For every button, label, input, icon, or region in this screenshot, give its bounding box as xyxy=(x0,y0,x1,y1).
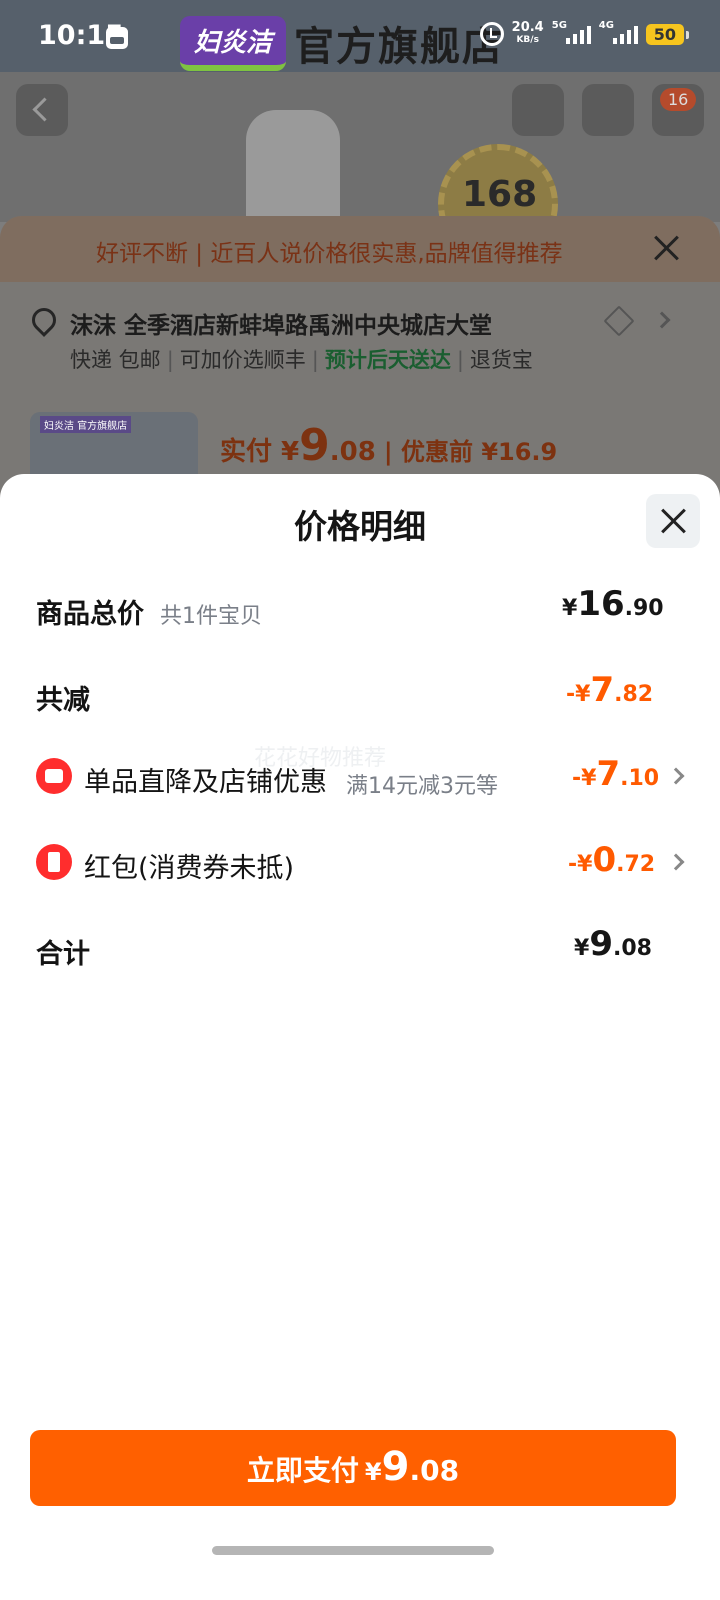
row-sum: 合计 ¥9.08 xyxy=(36,924,652,970)
review-banner: 好评不断 | 近百人说价格很实惠,品牌值得推荐 xyxy=(0,216,720,282)
close-icon[interactable] xyxy=(650,232,682,264)
red-packet-icon xyxy=(36,844,72,880)
network-speed: 20.4 KB/s xyxy=(511,20,544,45)
battery-icon: 50 xyxy=(645,23,690,45)
location-pin-icon xyxy=(27,303,61,337)
thumb-badge: 妇炎洁 官方旗舰店 xyxy=(40,416,132,433)
review-text: 好评不断 | 近百人说价格很实惠,品牌值得推荐 xyxy=(96,241,563,267)
amount-sum: ¥9.08 xyxy=(574,924,652,964)
close-button[interactable] xyxy=(646,494,700,548)
back-button[interactable] xyxy=(16,84,68,136)
delivery-info: 快递 包邮 | 可加价选顺丰 | 预计后天送达 | 退货宝 xyxy=(70,348,533,372)
brand-logo: 妇炎洁 xyxy=(180,15,287,71)
share-button[interactable] xyxy=(512,84,564,136)
signal-4g-icon: 4G xyxy=(599,20,638,44)
paid-price: 实付 ¥9.08 | 优惠前 ¥16.9 xyxy=(220,420,558,471)
brand-banner: 妇炎洁 官方旗舰店 xyxy=(180,14,504,72)
chevron-right-icon[interactable] xyxy=(653,311,671,329)
home-indicator[interactable] xyxy=(212,1546,494,1555)
amount-total-reduction: -¥7.82 xyxy=(566,670,654,710)
edit-icon[interactable] xyxy=(603,305,635,337)
cart-button[interactable] xyxy=(582,84,634,136)
store-name: 官方旗舰店 xyxy=(294,24,505,70)
amount-goods-total: ¥16.90 xyxy=(562,584,664,624)
price-detail-sheet: 价格明细 花花好物推荐 商品总价 共1件宝贝 ¥16.90 共减 -¥7.82 … xyxy=(0,474,720,1600)
amount-shop-discount: -¥7.10 xyxy=(572,754,660,794)
row-red-packet[interactable]: 红包(消费券未抵) -¥0.72 xyxy=(36,840,685,890)
shop-discount-icon xyxy=(36,758,72,794)
status-bar: 10:15 妇炎洁 官方旗舰店 20.4 KB/s 5G 4G 50 xyxy=(0,0,720,72)
row-total-reduction: 共减 -¥7.82 xyxy=(36,670,654,716)
signal-5g-icon: 5G xyxy=(552,20,591,44)
chevron-right-icon xyxy=(667,853,685,871)
row-shop-discount[interactable]: 单品直降及店铺优惠 满14元减3元等 -¥7.10 xyxy=(36,754,685,804)
modal-title: 价格明细 xyxy=(294,507,426,546)
alarm-icon xyxy=(479,22,504,46)
chevron-right-icon xyxy=(667,767,685,785)
status-indicators: 20.4 KB/s 5G 4G 50 xyxy=(479,20,690,46)
amount-red-packet: -¥0.72 xyxy=(568,840,656,880)
product-image xyxy=(246,110,340,222)
notification-app-icon xyxy=(106,27,128,49)
row-goods-total: 商品总价 共1件宝贝 ¥16.90 xyxy=(36,584,664,630)
order-sheet-dimmed: 好评不断 | 近百人说价格很实惠,品牌值得推荐 沫沫 全季酒店新蚌埠路禹洲中央城… xyxy=(0,216,720,502)
cart-count-badge: 16 xyxy=(660,88,697,111)
pay-now-button[interactable]: 立即支付 ¥9.08 xyxy=(30,1430,676,1506)
delivery-address[interactable]: 沫沫 全季酒店新蚌埠路禹洲中央城店大堂 xyxy=(70,306,492,340)
